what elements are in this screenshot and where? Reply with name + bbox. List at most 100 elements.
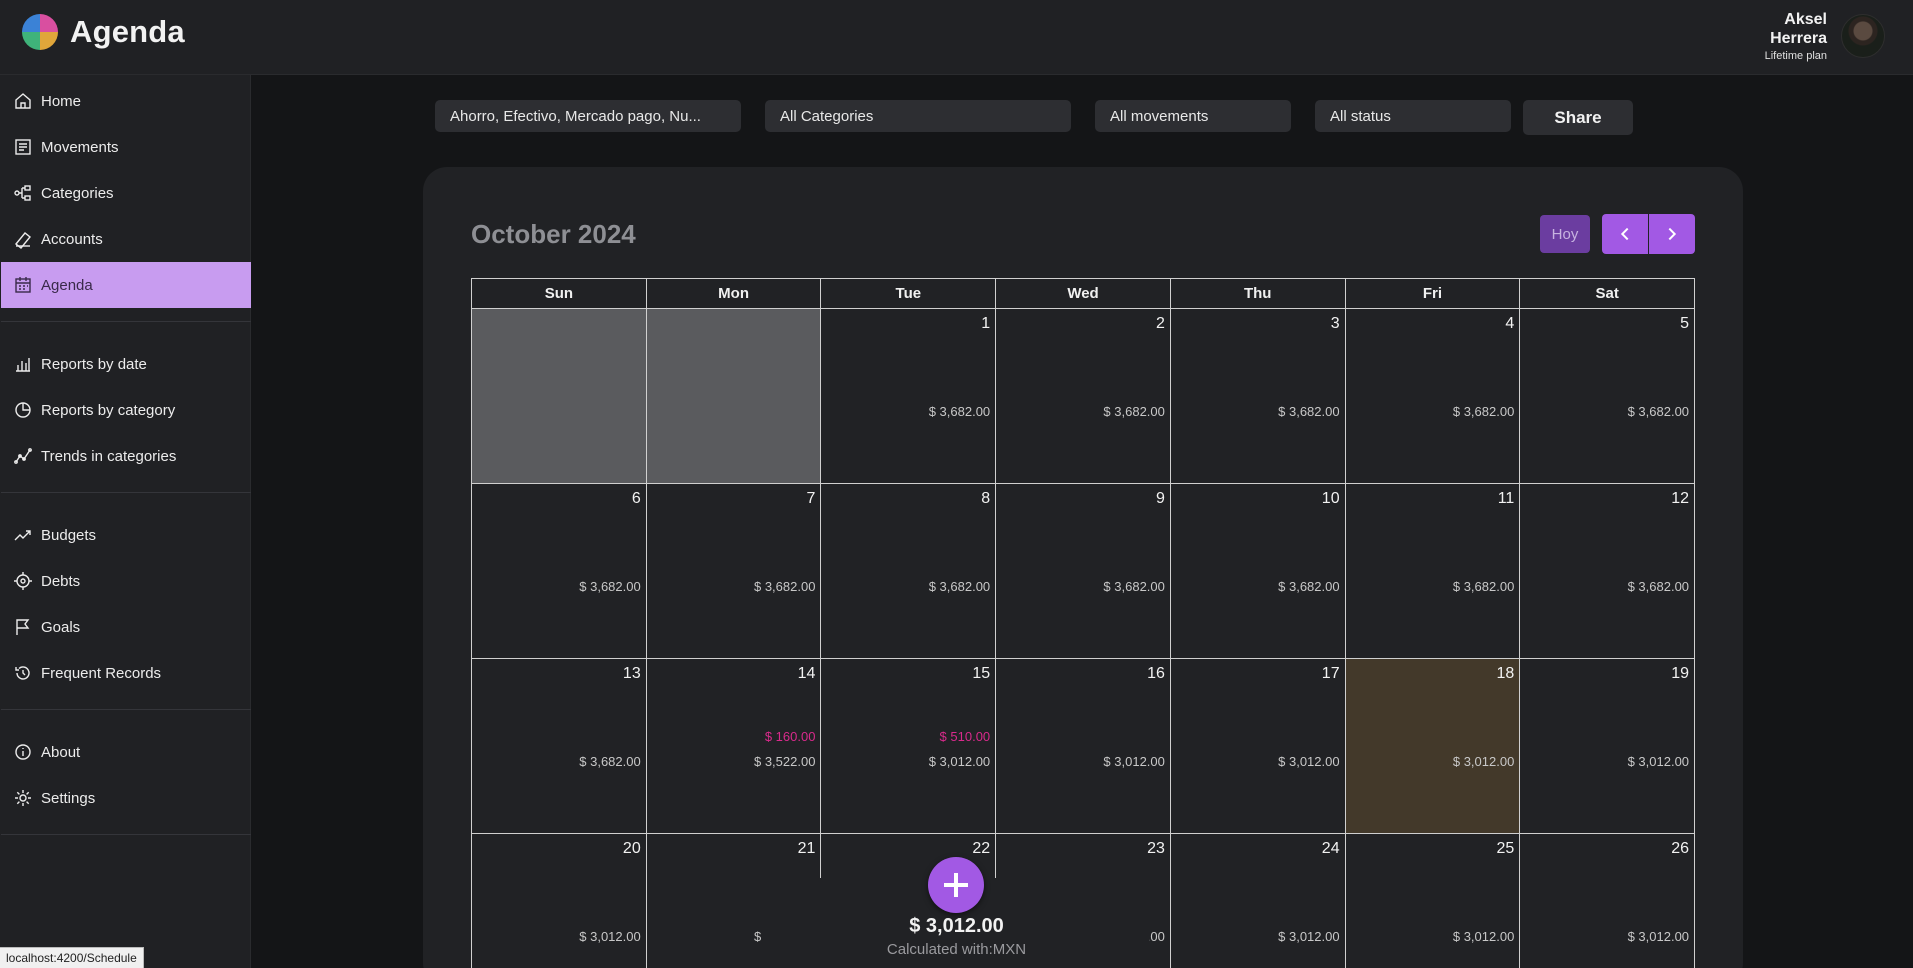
calendar-day-cell[interactable]: 5 $ 3,682.00 xyxy=(1520,309,1696,484)
browser-status-url: localhost:4200/Schedule xyxy=(0,947,144,968)
chevron-left-icon xyxy=(1620,227,1629,241)
gear-icon xyxy=(13,788,33,808)
category-tree-icon xyxy=(13,183,33,203)
calendar-icon xyxy=(13,275,33,295)
sidebar-item-label: Trends in categories xyxy=(41,447,177,465)
day-balance-amount: $ 3,012.00 xyxy=(928,754,991,769)
sidebar-item-frequent-records[interactable]: Frequent Records xyxy=(1,650,251,696)
calendar-day-cell[interactable]: 11 $ 3,682.00 xyxy=(1345,484,1521,659)
sidebar-item-reports-by-date[interactable]: Reports by date xyxy=(1,341,251,387)
movements-filter-select[interactable]: All movements xyxy=(1095,100,1291,132)
calendar-day-cell[interactable]: 2 $ 3,682.00 xyxy=(996,309,1171,484)
calendar-week-row: 13 $ 3,682.00 14 $ 160.00 $ 3,522.00 15 $ 510.… xyxy=(472,659,1696,834)
calendar-day-cell-today[interactable]: 18 $ 3,012.00 xyxy=(1345,659,1521,834)
day-balance-amount: $ 3,682.00 xyxy=(928,404,991,419)
calendar-day-cell[interactable]: 26 $ 3,012.00 xyxy=(1520,834,1696,968)
calendar-day-cell[interactable]: 6 $ 3,682.00 xyxy=(472,484,647,659)
calendar-day-cell[interactable]: 15 $ 510.00 $ 3,012.00 xyxy=(821,659,997,834)
sidebar-item-categories[interactable]: Categories xyxy=(1,170,251,216)
accounts-filter-select[interactable]: Ahorro, Efectivo, Mercado pago, Nu... xyxy=(435,100,741,132)
calendar-day-cell[interactable]: 24 $ 3,012.00 xyxy=(1171,834,1346,968)
day-number: 16 xyxy=(1147,665,1165,682)
chevron-right-icon xyxy=(1668,227,1677,241)
day-balance-amount: $ 3,682.00 xyxy=(753,579,816,594)
day-number: 2 xyxy=(1155,315,1165,332)
calendar-day-cell[interactable]: 25 $ 3,012.00 xyxy=(1346,834,1521,968)
receipt-icon xyxy=(13,137,33,157)
sidebar-item-settings[interactable]: Settings xyxy=(1,775,251,821)
sidebar-item-trends-in-categories[interactable]: Trends in categories xyxy=(1,433,251,479)
calendar-day-cell[interactable]: 9 $ 3,682.00 xyxy=(996,484,1171,659)
sidebar-item-movements[interactable]: Movements xyxy=(1,124,251,170)
sidebar-item-label: Categories xyxy=(41,184,114,202)
calendar-day-cell[interactable]: 4 $ 3,682.00 xyxy=(1345,309,1521,484)
brand[interactable]: Agenda xyxy=(22,14,185,50)
sidebar-item-debts[interactable]: Debts xyxy=(1,558,251,604)
sidebar-divider xyxy=(1,321,251,322)
calendar-day-cell[interactable]: 3 $ 3,682.00 xyxy=(1170,309,1346,484)
day-number: 8 xyxy=(981,490,991,507)
avatar[interactable] xyxy=(1841,14,1885,58)
flag-icon xyxy=(13,617,33,637)
sidebar-item-reports-by-category[interactable]: Reports by category xyxy=(1,387,251,433)
calendar-day-cell[interactable]: 10 $ 3,682.00 xyxy=(1170,484,1346,659)
day-balance-amount: $ 3,012.00 xyxy=(1627,929,1690,944)
wallet-icon xyxy=(13,229,33,249)
pie-chart-icon xyxy=(13,400,33,420)
day-balance-amount: $ 3,012.00 xyxy=(1627,754,1690,769)
sidebar-item-label: About xyxy=(41,743,81,761)
day-balance-amount: $ 3,682.00 xyxy=(928,579,991,594)
day-balance-amount: $ 3,012.00 xyxy=(1103,754,1165,769)
sidebar-item-label: Budgets xyxy=(41,526,97,544)
trending-up-icon xyxy=(13,525,33,545)
sidebar-item-budgets[interactable]: Budgets xyxy=(1,512,251,558)
summary-total: $ 3,012.00 xyxy=(909,915,1004,937)
user-profile[interactable]: Aksel Herrera Lifetime plan xyxy=(1765,10,1885,62)
weekday-label: Sat xyxy=(1520,279,1696,309)
add-movement-button[interactable] xyxy=(928,857,984,913)
user-last-name: Herrera xyxy=(1770,30,1827,47)
day-number: 4 xyxy=(1505,315,1515,332)
share-button[interactable]: Share xyxy=(1523,100,1633,135)
day-number: 25 xyxy=(1496,840,1515,857)
calendar-day-cell[interactable]: 16 $ 3,012.00 xyxy=(996,659,1171,834)
day-balance-amount: $ 3,682.00 xyxy=(1103,404,1165,419)
day-number: 11 xyxy=(1497,490,1515,507)
calendar-day-cell[interactable]: 12 $ 3,682.00 xyxy=(1520,484,1696,659)
next-month-button[interactable] xyxy=(1649,214,1695,254)
sidebar-item-accounts[interactable]: Accounts xyxy=(1,216,251,262)
summary-currency-note: Calculated with:MXN xyxy=(886,941,1027,958)
sidebar-item-label: Reports by category xyxy=(41,401,176,419)
day-balance-amount: $ 3,012.00 xyxy=(1278,929,1340,944)
day-number: 14 xyxy=(797,665,816,682)
calendar-day-cell[interactable]: 17 $ 3,012.00 xyxy=(1170,659,1346,834)
user-first-name: Aksel xyxy=(1784,11,1827,28)
previous-month-button[interactable] xyxy=(1602,214,1648,254)
calendar-day-cell[interactable]: 14 $ 160.00 $ 3,522.00 xyxy=(646,659,822,834)
calendar-day-cell[interactable]: 19 $ 3,012.00 xyxy=(1520,659,1696,834)
calendar-day-cell[interactable]: 13 $ 3,682.00 xyxy=(472,659,647,834)
day-balance-amount: $ 3,012.00 xyxy=(579,929,641,944)
sidebar-item-goals[interactable]: Goals xyxy=(1,604,251,650)
calendar-week-row: 6 $ 3,682.00 7 $ 3,682.00 8 $ 3,682.00 9 $ 3,68… xyxy=(472,484,1696,659)
status-filter-select[interactable]: All status xyxy=(1315,100,1511,132)
day-balance-amount: $ 3,682.00 xyxy=(1103,579,1165,594)
calendar-grid: Sun Mon Tue Wed Thu Fri Sat 1 $ 3,682.00 2… xyxy=(471,278,1696,968)
today-button[interactable]: Hoy xyxy=(1540,215,1590,253)
day-number: 12 xyxy=(1671,490,1690,507)
day-number: 5 xyxy=(1680,315,1690,332)
sidebar-item-label: Frequent Records xyxy=(41,664,162,682)
day-balance-amount: $ 3,522.00 xyxy=(753,754,816,769)
calendar-day-cell[interactable]: 20 $ 3,012.00 xyxy=(472,834,647,968)
calendar-day-cell[interactable]: 8 $ 3,682.00 xyxy=(821,484,997,659)
calendar-day-cell[interactable]: 7 $ 3,682.00 xyxy=(646,484,822,659)
sidebar-item-home[interactable]: Home xyxy=(1,78,251,124)
day-number: 22 xyxy=(972,840,991,857)
day-number: 26 xyxy=(1671,840,1690,857)
sidebar-item-agenda[interactable]: Agenda xyxy=(1,262,251,308)
user-plan: Lifetime plan xyxy=(1764,50,1827,62)
calendar-day-cell[interactable]: 1 $ 3,682.00 xyxy=(821,309,997,484)
sidebar-item-about[interactable]: About xyxy=(1,729,251,775)
categories-filter-select[interactable]: All Categories xyxy=(765,100,1071,132)
day-balance-amount: $ 3,682.00 xyxy=(1452,579,1515,594)
